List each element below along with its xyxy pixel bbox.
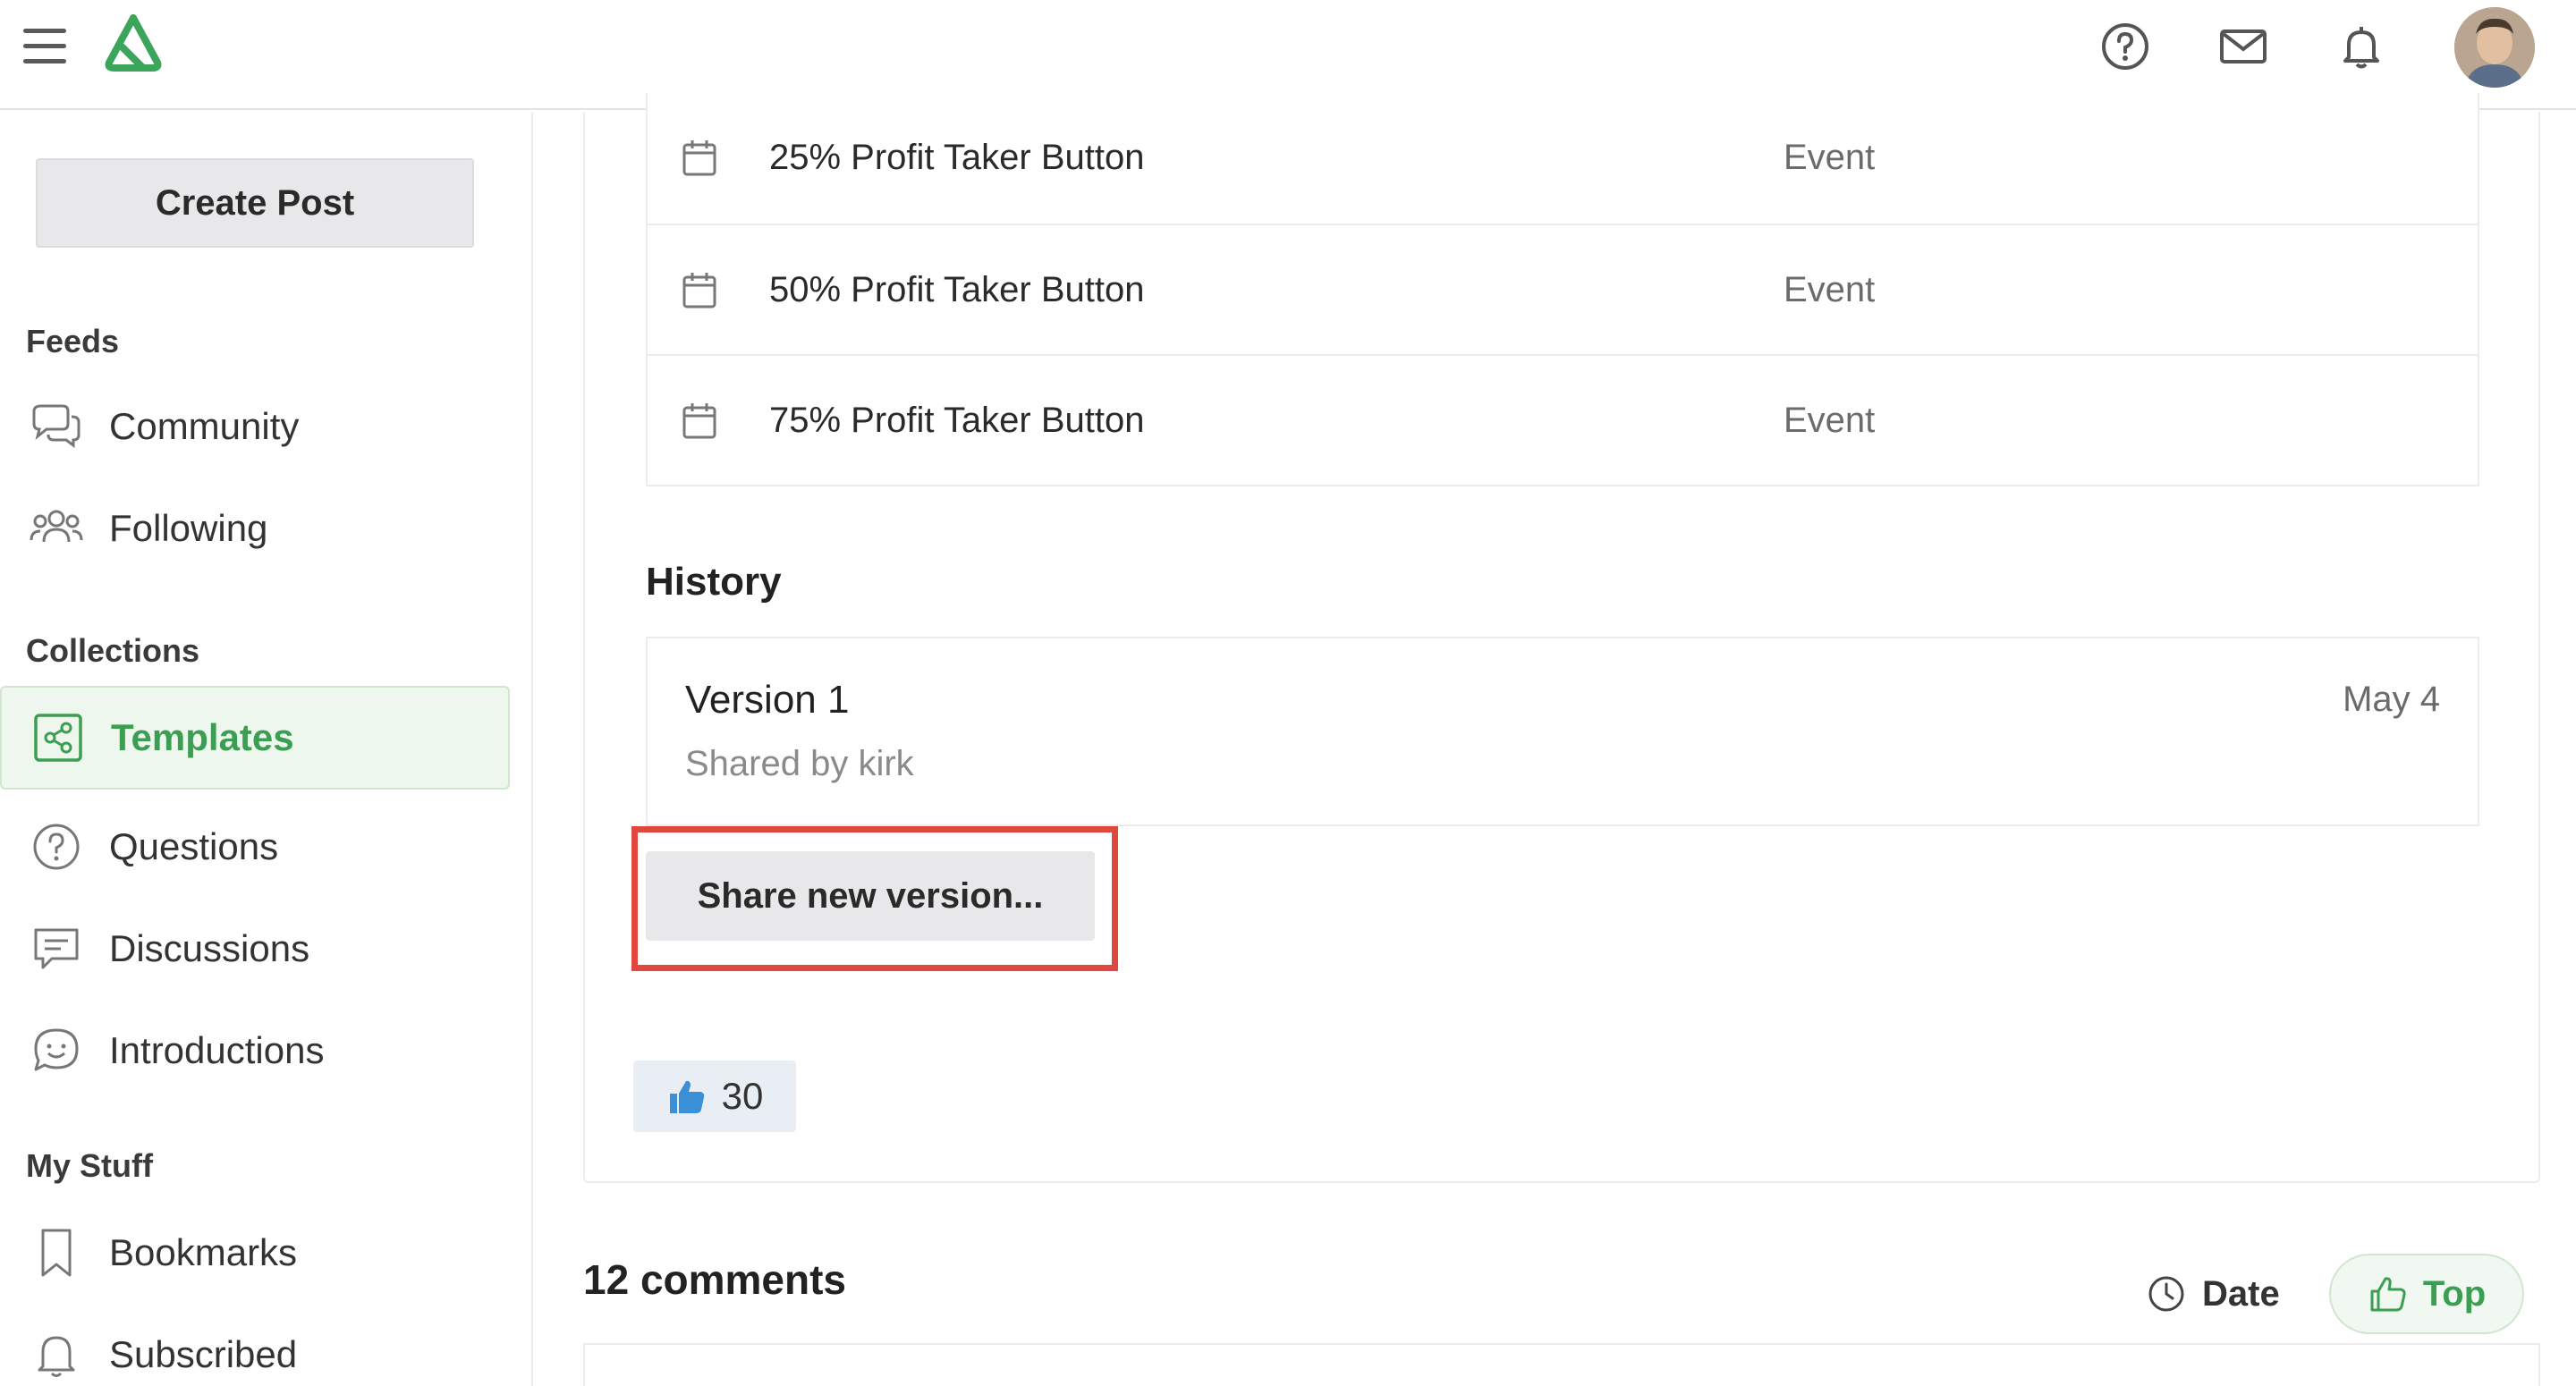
event-name[interactable]: 50% Profit Taker Button (769, 270, 1145, 310)
bell-icon (29, 1327, 84, 1382)
sidebar-item-label: Bookmarks (109, 1231, 298, 1273)
collections-heading: Collections (26, 632, 200, 669)
event-type: Event (1784, 138, 1876, 177)
people-icon (29, 501, 84, 556)
sidebar-item-questions[interactable]: Questions (0, 795, 510, 899)
sidebar-item-label: Templates (111, 716, 294, 758)
event-row[interactable]: 25% Profit Taker Button Event (646, 93, 2479, 225)
version-card[interactable]: Version 1 May 4 Shared by kirk (646, 637, 2479, 826)
create-post-button[interactable]: Create Post (36, 158, 474, 248)
like-button[interactable]: 30 (633, 1061, 796, 1132)
sort-date-label: Date (2202, 1273, 2280, 1314)
sidebar-item-label: Community (109, 405, 300, 447)
calendar-icon (682, 273, 716, 308)
sidebar-item-bookmarks[interactable]: Bookmarks (0, 1201, 510, 1305)
mystuff-heading: My Stuff (26, 1147, 153, 1184)
mail-icon[interactable] (2216, 20, 2270, 73)
version-title: Version 1 (685, 678, 850, 722)
smile-icon (29, 1023, 84, 1078)
sidebar-item-templates[interactable]: Templates (0, 686, 510, 790)
sidebar-item-label: Discussions (109, 927, 310, 969)
sidebar-item-label: Introductions (109, 1029, 325, 1071)
bell-icon[interactable] (2334, 20, 2388, 73)
calendar-icon (682, 140, 716, 176)
chat-bubbles-icon (29, 399, 84, 454)
sidebar-item-introductions[interactable]: Introductions (0, 999, 510, 1103)
version-shared-by: Shared by kirk (685, 744, 914, 783)
sort-by-date-button[interactable]: Date (2147, 1263, 2280, 1325)
user-avatar[interactable] (2454, 7, 2535, 88)
share-icon (30, 710, 86, 765)
thumbs-up-icon (2370, 1277, 2406, 1312)
app-logo[interactable] (98, 13, 168, 75)
event-row[interactable]: 75% Profit Taker Button Event (646, 354, 2479, 486)
sidebar-item-label: Questions (109, 825, 279, 867)
like-count: 30 (721, 1075, 764, 1117)
sidebar-item-following[interactable]: Following (0, 477, 510, 580)
comment-card (583, 1343, 2540, 1386)
sort-by-top-button[interactable]: Top (2329, 1254, 2524, 1334)
version-date: May 4 (2343, 680, 2440, 719)
history-heading: History (646, 560, 782, 604)
hamburger-icon[interactable] (23, 29, 66, 64)
sidebar-item-label: Subscribed (109, 1333, 298, 1375)
event-type: Event (1784, 401, 1876, 440)
sidebar-item-label: Following (109, 507, 268, 549)
question-icon (29, 819, 84, 875)
event-name[interactable]: 75% Profit Taker Button (769, 401, 1145, 441)
bookmark-icon (29, 1225, 84, 1280)
help-icon[interactable] (2098, 20, 2152, 73)
comments-heading: 12 comments (583, 1256, 847, 1303)
thumbs-up-icon (669, 1080, 704, 1113)
sort-top-label: Top (2422, 1273, 2487, 1314)
sidebar: Create Post Feeds Community Following Co… (0, 112, 533, 1386)
feeds-heading: Feeds (26, 323, 120, 359)
message-icon (29, 921, 84, 976)
share-new-version-button[interactable]: Share new version... (646, 851, 1095, 941)
calendar-icon (682, 403, 716, 439)
clock-icon (2148, 1276, 2184, 1312)
sidebar-item-subscribed[interactable]: Subscribed (0, 1303, 510, 1386)
event-row[interactable]: 50% Profit Taker Button Event (646, 224, 2479, 356)
sidebar-item-community[interactable]: Community (0, 375, 510, 478)
sidebar-item-discussions[interactable]: Discussions (0, 897, 510, 1001)
event-type: Event (1784, 270, 1876, 309)
event-name[interactable]: 25% Profit Taker Button (769, 138, 1145, 178)
